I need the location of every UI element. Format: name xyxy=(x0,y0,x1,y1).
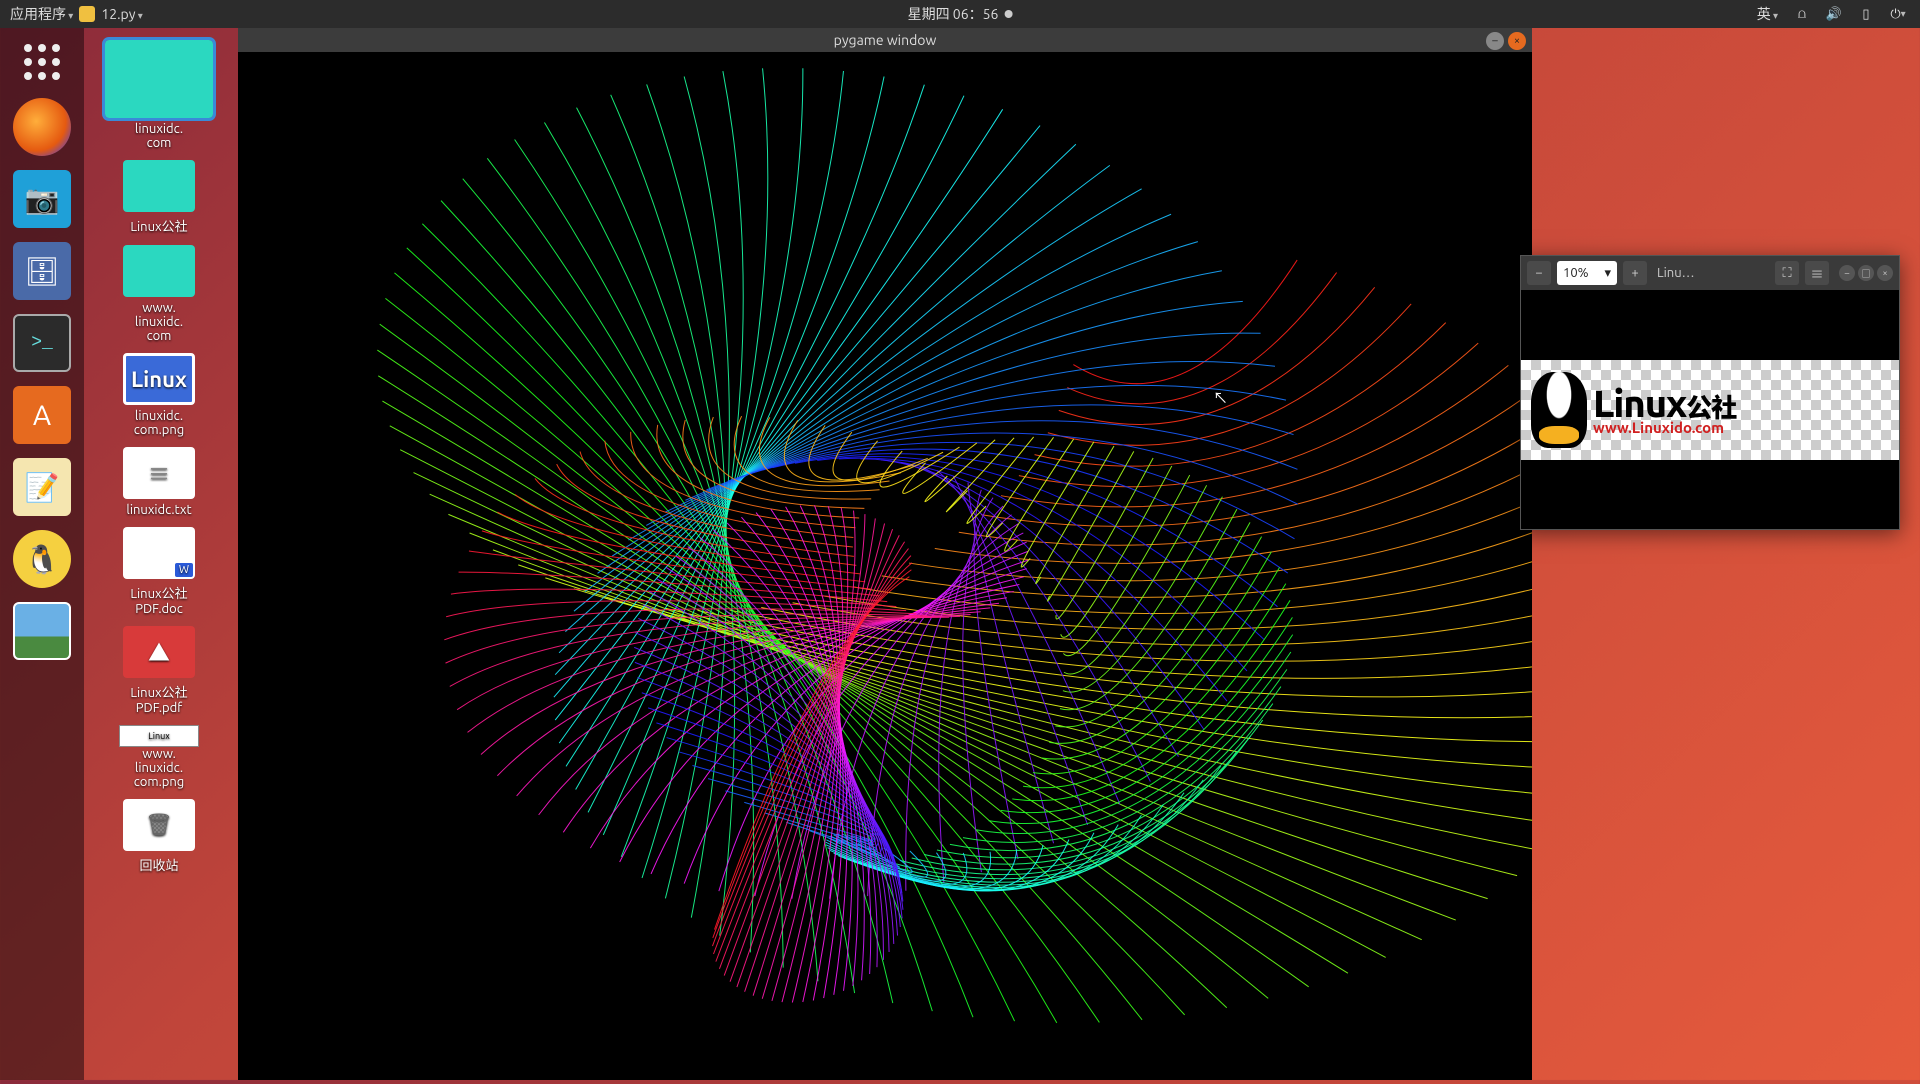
icon-label: Linux公社 PDF.pdf xyxy=(130,682,187,715)
icon-label: 回收站 xyxy=(139,855,178,874)
desktop-file-png1[interactable]: Linux linuxidc. com.png xyxy=(99,353,219,437)
generative-art xyxy=(238,52,1532,1080)
icon-label: www. linuxidc. com xyxy=(135,301,183,343)
image-viewer-window: − 10% ▾ + Linu… ⛶ ≡ – □ × Linux公社 www.Lin… xyxy=(1520,255,1900,530)
top-panel-center: 星期四 06：56 xyxy=(908,4,1013,24)
displayed-image: Linux公社 www.Linuxido.com xyxy=(1521,360,1899,460)
zoom-value: 10% xyxy=(1563,266,1589,280)
doc-file-icon xyxy=(123,527,195,579)
image-file-icon: Linux xyxy=(119,725,199,747)
viewer-title: Linu… xyxy=(1653,266,1769,280)
desktop-folder-www[interactable]: www. linuxidc. com xyxy=(99,245,219,343)
icon-label: Linux公社 xyxy=(130,216,187,235)
folder-icon xyxy=(123,245,195,297)
pygame-titlebar[interactable]: pygame window – × xyxy=(238,28,1532,52)
pdf-file-icon: ▲ xyxy=(123,626,195,678)
mouse-cursor-icon: ↖ xyxy=(1213,387,1228,408)
desktop-file-txt[interactable]: ≡ linuxidc.txt xyxy=(99,447,219,517)
applications-menu[interactable]: 应用程序 xyxy=(10,4,73,24)
viewer-window-controls: – □ × xyxy=(1839,265,1893,281)
maximize-button[interactable]: □ xyxy=(1858,265,1874,281)
files-app-icon[interactable]: 🗄 xyxy=(13,242,71,300)
image-viewer-toolbar: − 10% ▾ + Linu… ⛶ ≡ – □ × xyxy=(1521,256,1899,290)
top-panel-right: 英 ⩍ 🔊 ▯ ⏻ xyxy=(1757,4,1920,24)
text-editor-icon[interactable]: 📝 xyxy=(13,458,71,516)
clock-label[interactable]: 星期四 06：56 xyxy=(908,4,999,24)
icon-label: www. linuxidc. com.png xyxy=(134,747,185,789)
pygame-window: pygame window – × ↖ xyxy=(238,28,1532,1080)
minimize-button[interactable]: – xyxy=(1839,265,1855,281)
top-panel: 应用程序 12.py 星期四 06：56 英 ⩍ 🔊 ▯ ⏻ xyxy=(0,0,1920,28)
window-controls: – × xyxy=(1486,32,1526,50)
trash-icon: 🗑 xyxy=(123,799,195,851)
logo-url-text: www.Linuxido.com xyxy=(1593,419,1736,436)
desktop-folder-linuxgongshe[interactable]: Linux公社 xyxy=(99,160,219,235)
pygame-title-label: pygame window xyxy=(834,32,937,48)
screenshot-app-icon[interactable]: 📷 xyxy=(13,170,71,228)
desktop-file-png2[interactable]: Linux www. linuxidc. com.png xyxy=(99,725,219,789)
close-button[interactable]: × xyxy=(1508,32,1526,50)
image-viewer-body[interactable]: Linux公社 www.Linuxido.com xyxy=(1521,290,1899,529)
ime-indicator[interactable]: 英 xyxy=(1757,4,1778,24)
power-menu[interactable]: ⏻ xyxy=(1890,6,1906,22)
desktop-file-doc[interactable]: Linux公社 PDF.doc xyxy=(99,527,219,616)
icon-label: linuxidc.txt xyxy=(126,503,191,517)
zoom-out-button[interactable]: − xyxy=(1527,261,1551,285)
icon-label: linuxidc. com xyxy=(135,122,183,150)
desktop-trash[interactable]: 🗑 回收站 xyxy=(99,799,219,874)
wifi-icon[interactable]: ⩍ xyxy=(1794,6,1810,22)
image-file-icon: Linux xyxy=(123,353,195,405)
pygame-canvas[interactable]: ↖ xyxy=(238,52,1532,1080)
logo-cn-text: 公社 xyxy=(1686,393,1736,422)
recording-indicator-icon xyxy=(1004,10,1012,18)
active-script-menu[interactable]: 12.py xyxy=(101,6,142,22)
close-button[interactable]: × xyxy=(1877,265,1893,281)
zoom-in-button[interactable]: + xyxy=(1623,261,1647,285)
top-panel-left: 应用程序 12.py xyxy=(0,4,143,24)
menu-button[interactable]: ≡ xyxy=(1805,261,1829,285)
python-icon xyxy=(79,6,95,22)
mascot-app-icon[interactable]: 🐧 xyxy=(13,530,71,588)
software-center-icon[interactable]: A xyxy=(13,386,71,444)
desktop-folder-linuxidc[interactable]: linuxidc. com xyxy=(99,40,219,150)
icon-label: linuxidc. com.png xyxy=(134,409,185,437)
icon-label: Linux公社 PDF.doc xyxy=(130,583,187,616)
tux-icon xyxy=(1531,372,1587,448)
volume-icon[interactable]: 🔊 xyxy=(1826,6,1842,22)
terminal-app-icon[interactable]: >_ xyxy=(13,314,71,372)
chevron-down-icon: ▾ xyxy=(1604,266,1611,281)
firefox-icon[interactable] xyxy=(13,98,71,156)
folder-icon xyxy=(105,40,213,118)
folder-icon xyxy=(123,160,195,212)
launcher-dock: 📷 🗄 >_ A 📝 🐧 xyxy=(0,28,84,1080)
zoom-level-select[interactable]: 10% ▾ xyxy=(1557,261,1617,285)
fullscreen-button[interactable]: ⛶ xyxy=(1775,261,1799,285)
battery-icon[interactable]: ▯ xyxy=(1858,6,1874,22)
text-file-icon: ≡ xyxy=(123,447,195,499)
desktop-file-pdf[interactable]: ▲ Linux公社 PDF.pdf xyxy=(99,626,219,715)
minimize-button[interactable]: – xyxy=(1486,32,1504,50)
image-viewer-icon[interactable] xyxy=(13,602,71,660)
apps-grid-button[interactable] xyxy=(20,40,64,84)
desktop-icons: linuxidc. com Linux公社 www. linuxidc. com… xyxy=(94,40,224,874)
